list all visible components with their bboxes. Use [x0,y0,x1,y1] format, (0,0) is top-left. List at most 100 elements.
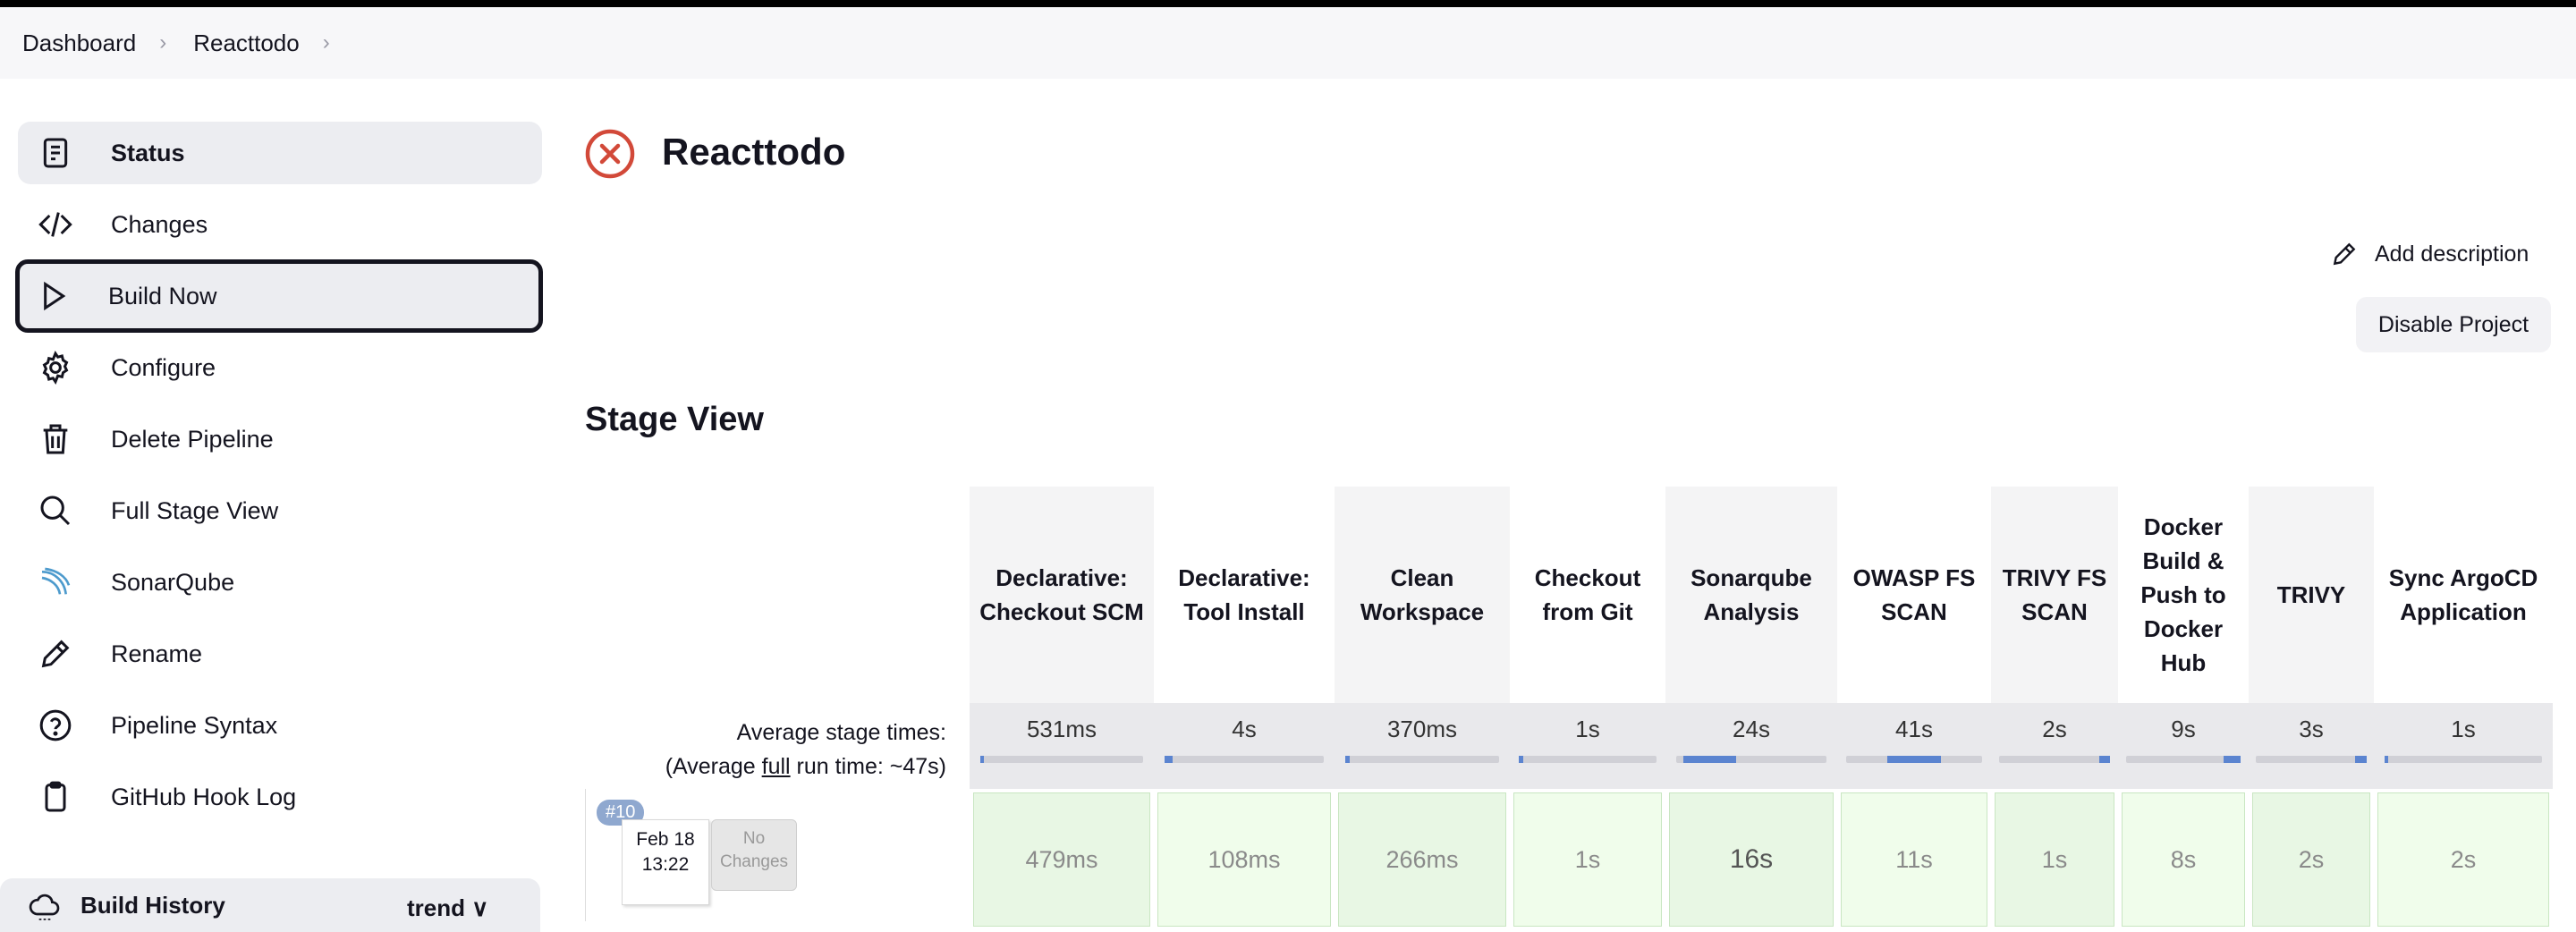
failed-status-icon [585,129,635,179]
stage-average-bar [1519,756,1657,763]
stage-run-cell[interactable]: 2s [2249,789,2374,927]
sidebar-item-configure[interactable]: Configure [18,336,542,399]
stage-run-cell[interactable]: 11s [1837,789,1991,927]
clipboard-icon [36,777,75,817]
sidebar-item-rename[interactable]: Rename [18,623,542,685]
trend-dropdown[interactable]: trend ∨ [407,894,488,922]
stage-average-bar-fill [2223,756,2241,763]
document-icon [36,133,75,173]
stage-header: Declarative: Tool Install [1154,487,1335,703]
play-icon [33,276,72,316]
stage-run-cell[interactable]: 1s [1991,789,2118,927]
sidebar-item-label: Pipeline Syntax [111,711,278,739]
stage-average-bar [1675,756,1827,763]
stage-average-value: 41s [1895,716,1933,742]
chevron-right-icon[interactable]: › [323,30,330,55]
stage-average-time: 2s [1991,703,2118,789]
pencil-icon [36,634,75,674]
stage-header: Declarative: Checkout SCM [970,487,1154,703]
stage-average-bar [2256,756,2367,763]
stage-average-bar [2125,756,2241,763]
build-history-header[interactable]: Build History trend ∨ [0,878,540,932]
sidebar-item-label: Configure [111,353,216,381]
build-run-info: #10 Feb 18 13:22 No Changes [585,789,970,921]
sidebar-item-label: SonarQube [111,568,235,596]
add-description-link[interactable]: Add description [2330,240,2529,268]
sidebar-item-delete-pipeline[interactable]: Delete Pipeline [18,408,542,470]
stage-run-cell[interactable]: 108ms [1154,789,1335,927]
stage-average-time: 4s [1154,703,1335,789]
stage-average-value: 370ms [1386,716,1458,742]
search-icon [36,491,75,530]
stage-run-duration: 1s [1513,792,1662,927]
disable-project-button[interactable]: Disable Project [2356,297,2551,352]
stage-run-cell[interactable]: 266ms [1335,789,1510,927]
stage-average-value: 9s [2171,716,2196,742]
chevron-right-icon: › [159,30,167,55]
stage-column: Checkout from Git 1s 1s [1510,487,1665,927]
stage-header: Docker Build & Push to Docker Hub [2118,487,2249,703]
stage-average-value: 2s [2042,716,2067,742]
gear-icon [36,348,75,387]
cloud-icon [29,894,60,920]
build-date-time: 13:22 [641,854,690,875]
stage-average-time: 3s [2249,703,2374,789]
top-border [0,0,2576,7]
sidebar-item-changes[interactable]: Changes [18,193,542,256]
stage-average-bar-fill [1519,756,1524,763]
stage-run-duration: 1s [1995,792,2114,927]
stage-run-duration: 266ms [1338,792,1506,927]
sidebar-item-full-stage-view[interactable]: Full Stage View [18,479,542,542]
full-run-link[interactable]: full [762,754,791,779]
sidebar-item-github-hook-log[interactable]: GitHub Hook Log [18,766,542,828]
stage-average-time: 531ms [970,703,1154,789]
sidebar-item-label: Build Now [108,282,217,309]
average-stage-times-label: Average stage times: (Average full run t… [585,716,946,784]
sidebar-item-status[interactable]: Status [18,122,542,184]
stage-average-bar [980,756,1143,763]
breadcrumb-reacttodo[interactable]: Reacttodo [193,30,300,57]
stage-column: Clean Workspace 370ms 266ms [1335,487,1510,927]
avg-label-prefix: (Average [665,754,762,779]
stage-average-value: 24s [1733,716,1770,742]
sidebar-item-label: Changes [111,210,208,238]
stage-average-time: 1s [2374,703,2553,789]
stage-average-bar [1846,756,1982,763]
stage-column: Docker Build & Push to Docker Hub 9s 8s [2118,487,2249,927]
no-changes-box[interactable]: No Changes [711,819,797,891]
stage-run-duration: 2s [2377,792,2549,927]
sidebar-item-pipeline-syntax[interactable]: Pipeline Syntax [18,694,542,757]
sidebar-item-sonarqube[interactable]: SonarQube [18,551,542,614]
sonarqube-icon [36,563,75,602]
stage-header: Checkout from Git [1510,487,1665,703]
sidebar-item-label: Status [111,139,185,166]
stage-run-cell[interactable]: 1s [1510,789,1665,927]
stage-run-duration: 479ms [973,792,1150,927]
sidebar-item-build-now[interactable]: Build Now [15,259,543,333]
page-title: Reacttodo [662,131,846,173]
stage-header: Sonarqube Analysis [1665,487,1837,703]
stage-average-value: 531ms [1026,716,1097,742]
stage-run-cell[interactable]: 2s [2374,789,2553,927]
stage-average-bar [1165,756,1324,763]
stage-column: Declarative: Checkout SCM 531ms 479ms [970,487,1154,927]
stage-column: TRIVY FS SCAN 2s 1s [1991,487,2118,927]
stage-column: TRIVY 3s 2s [2249,487,2374,927]
stage-run-duration: 11s [1841,792,1987,927]
stage-average-bar-fill [1344,756,1350,763]
stage-run-cell[interactable]: 16s [1665,789,1837,927]
stage-run-cell[interactable]: 479ms [970,789,1154,927]
avg-label-suffix: run time: ~47s) [790,754,946,779]
stage-run-cell[interactable]: 8s [2118,789,2249,927]
stage-average-value: 1s [1575,716,1600,742]
stage-column: Declarative: Tool Install 4s 108ms [1154,487,1335,927]
sidebar-item-label: Rename [111,640,203,667]
breadcrumb: Dashboard › Reacttodo › [0,7,2576,79]
stage-column: Sync ArgoCD Application 1s 2s [2374,487,2553,927]
build-date-day: Feb 18 [636,829,695,850]
no-changes-line2: Changes [719,852,789,871]
stage-average-bar [1344,756,1500,763]
stage-header: OWASP FS SCAN [1837,487,1991,703]
breadcrumb-dashboard[interactable]: Dashboard [22,30,136,57]
stage-header: TRIVY [2249,487,2374,703]
